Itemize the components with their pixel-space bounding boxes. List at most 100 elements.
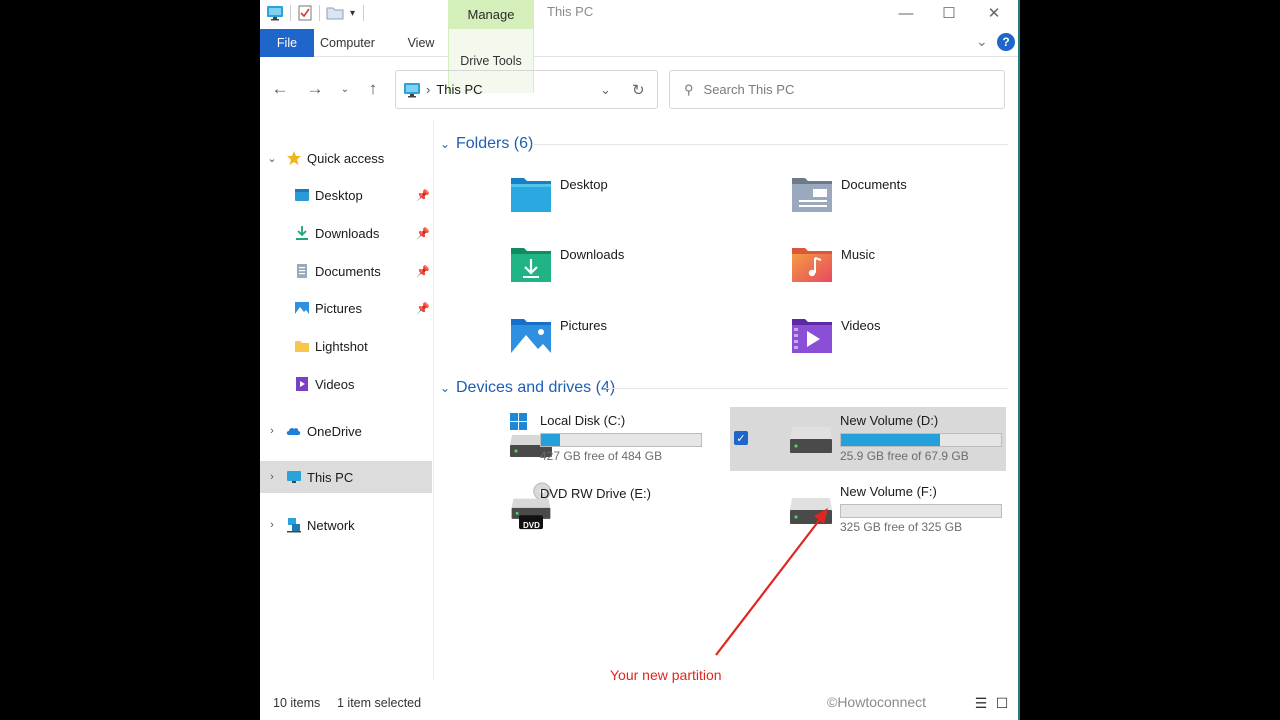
drive-usage-bar (840, 504, 1002, 518)
expanded-chevron-icon[interactable]: ⌄ (440, 381, 456, 395)
nav-item-lightshot[interactable]: Lightshot (260, 330, 432, 362)
tab-computer[interactable]: Computer (320, 29, 375, 57)
folder-tile-documents[interactable]: Documents (791, 174, 1018, 224)
folders-group-title: Folders (6) (456, 135, 534, 152)
customize-toolbar-icon[interactable]: ▾ (350, 8, 355, 19)
music-folder-icon (792, 248, 832, 282)
expand-ribbon-icon[interactable]: ⌄ (976, 33, 988, 50)
nav-quick-access[interactable]: ⌄ Quick access (260, 142, 432, 174)
window-title: This PC (547, 4, 594, 19)
pane-divider[interactable] (433, 120, 434, 680)
details-view-icon[interactable]: ☰ (973, 695, 989, 711)
nav-item-label: Lightshot (315, 338, 368, 354)
search-box[interactable]: ⚲ (669, 70, 1005, 109)
pin-icon[interactable]: 📌 (416, 189, 430, 202)
documents-icon (297, 264, 307, 278)
toolbar-separator (290, 5, 291, 21)
folder-tile-music[interactable]: Music (791, 244, 1018, 294)
tab-computer-label: Computer (320, 36, 375, 50)
documents-folder-icon (792, 178, 832, 212)
downloads-folder-icon (511, 248, 551, 282)
nav-this-pc-label: This PC (307, 469, 354, 485)
nav-item-downloads[interactable]: Downloads 📌 (260, 217, 432, 249)
hard-drive-icon (790, 427, 832, 453)
drive-tile-e[interactable]: DVD DVD RW Drive (E:) (430, 480, 706, 544)
ribbon-tabs: File Computer View Drive Tools ⌄ ? (260, 29, 1018, 93)
pictures-folder-icon (511, 319, 551, 353)
toolbar-separator (363, 5, 365, 21)
nav-item-desktop[interactable]: Desktop 📌 (260, 179, 432, 211)
nav-network[interactable]: › Network (260, 509, 432, 541)
drive-usage-fill (541, 434, 561, 446)
up-arrow-icon[interactable]: ↑ (361, 78, 385, 100)
selection-checkbox[interactable]: ✓ (734, 431, 748, 445)
pin-icon[interactable]: 📌 (416, 227, 430, 240)
title-bar: ▾ Manage This PC — ☐ ✕ (260, 0, 1018, 29)
folder-tile-videos[interactable]: Videos (791, 315, 1018, 365)
collapsed-chevron-icon[interactable]: › (266, 425, 278, 437)
drive-usage-bar (540, 433, 702, 447)
expanded-chevron-icon[interactable]: ⌄ (440, 137, 456, 151)
this-pc-icon[interactable] (266, 4, 284, 22)
manage-tab[interactable]: Manage (448, 0, 534, 29)
star-icon (287, 151, 301, 165)
file-explorer-window: ▾ Manage This PC — ☐ ✕ File Computer Vie… (260, 0, 1018, 720)
folder-tile-downloads[interactable]: Downloads (510, 244, 750, 294)
folder-tile-pictures[interactable]: Pictures (510, 315, 750, 365)
address-dropdown-chevron-icon[interactable]: ⌄ (600, 82, 611, 98)
large-icons-view-icon[interactable]: ☐ (994, 695, 1010, 711)
drive-name: New Volume (F:) (840, 484, 937, 499)
search-input[interactable] (703, 82, 984, 97)
quick-access-toolbar: ▾ (266, 3, 365, 23)
nav-onedrive[interactable]: › OneDrive (260, 415, 432, 447)
drive-name: New Volume (D:) (840, 413, 939, 428)
forward-arrow-icon[interactable]: → (303, 78, 327, 100)
nav-item-pictures[interactable]: Pictures 📌 (260, 292, 432, 324)
tab-file[interactable]: File (260, 29, 314, 57)
nav-item-label: Desktop (315, 187, 363, 203)
folder-tile-label: Downloads (560, 247, 625, 262)
collapsed-chevron-icon[interactable]: › (266, 519, 278, 531)
refresh-icon[interactable]: ↻ (632, 81, 645, 99)
desktop-icon (295, 189, 309, 201)
annotation-arrow (715, 508, 828, 656)
help-icon[interactable]: ? (997, 33, 1015, 51)
folder-tile-label: Desktop (560, 177, 608, 192)
folders-group-header[interactable]: ⌄ Folders (6) (440, 132, 533, 156)
back-arrow-icon[interactable]: ← (268, 78, 292, 100)
folder-tile-desktop[interactable]: Desktop (510, 174, 750, 224)
nav-item-label: Videos (315, 376, 355, 392)
window-border (1018, 0, 1020, 720)
nav-item-documents[interactable]: Documents 📌 (260, 255, 432, 287)
devices-group-header[interactable]: ⌄ Devices and drives (4) (440, 376, 615, 400)
folder-tile-label: Pictures (560, 318, 607, 333)
nav-quick-access-label: Quick access (307, 150, 385, 166)
drive-tile-c[interactable]: Local Disk (C:) 427 GB free of 484 GB (430, 407, 706, 471)
recent-locations-chevron-icon[interactable]: ⌄ (333, 78, 357, 100)
group-divider (532, 144, 1008, 145)
maximize-button[interactable]: ☐ (929, 2, 969, 24)
folder-tile-label: Videos (841, 318, 881, 333)
nav-this-pc[interactable]: › This PC (260, 461, 432, 493)
drive-tile-d[interactable]: ✓ New Volume (D:) 25.9 GB free of 67.9 G… (730, 407, 1006, 471)
breadcrumb-this-pc[interactable]: This PC (436, 82, 482, 97)
expanded-chevron-icon[interactable]: ⌄ (266, 152, 278, 165)
cloud-icon (286, 427, 301, 435)
status-item-count: 10 items (273, 696, 321, 710)
drive-usage-bar (840, 433, 1002, 447)
minimize-button[interactable]: — (886, 2, 926, 24)
breadcrumb-separator: › (426, 82, 431, 97)
close-button[interactable]: ✕ (974, 2, 1014, 24)
properties-icon[interactable] (297, 4, 313, 22)
nav-item-videos[interactable]: Videos (260, 368, 432, 400)
drive-free-space: 325 GB free of 325 GB (840, 520, 963, 534)
group-divider (606, 388, 1008, 389)
address-bar[interactable]: › This PC ⌄ ↻ (395, 70, 658, 109)
tab-view-label: View (407, 36, 435, 50)
pin-icon[interactable]: 📌 (416, 302, 430, 315)
new-folder-icon[interactable] (326, 5, 344, 21)
tab-view[interactable]: View (400, 29, 442, 57)
pin-icon[interactable]: 📌 (416, 265, 430, 278)
collapsed-chevron-icon[interactable]: › (266, 471, 278, 483)
watermark: ©Howtoconnect (827, 694, 927, 710)
